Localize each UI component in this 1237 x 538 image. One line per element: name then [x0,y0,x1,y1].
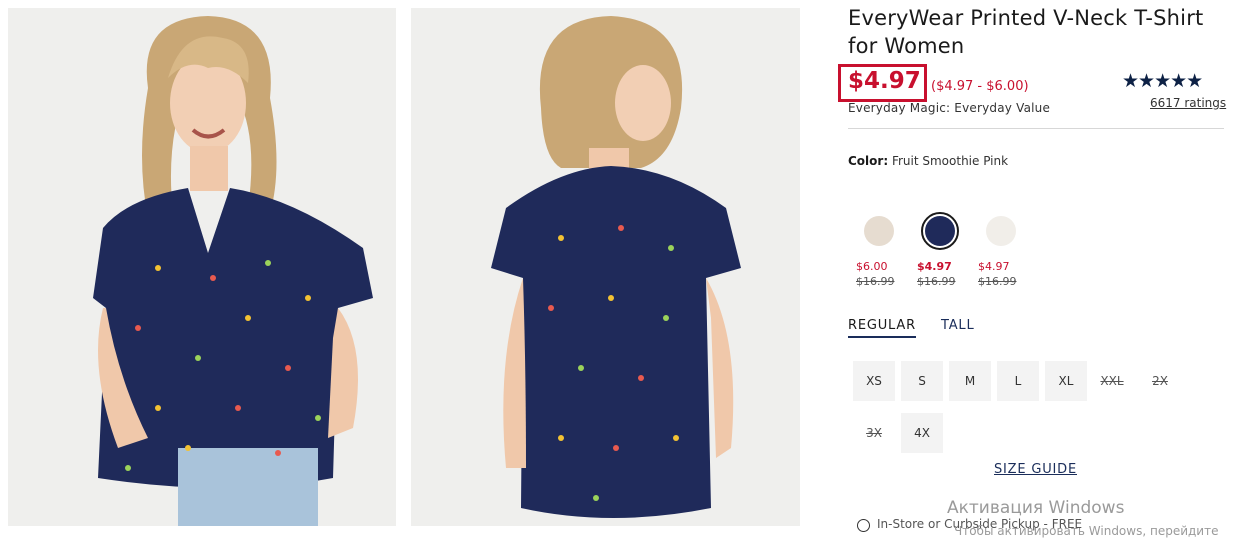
swatch-was-price: $16.99 [917,275,956,288]
speckled-swatch-icon[interactable] [864,216,894,246]
size-option-unavailable: 2X [1139,361,1181,401]
color-value: Fruit Smoothie Pink [891,154,1009,168]
color-label-key: Color: [848,154,889,168]
color-label: Color: Fruit Smoothie Pink [848,154,1008,168]
product-image-back[interactable] [411,8,800,526]
tab-tall[interactable]: TALL [941,318,975,333]
current-price: $4.97 [848,68,921,94]
price-range: ($4.97 - $6.00) [931,79,1029,94]
size-option[interactable]: S [901,361,943,401]
windows-activation-watermark: Активация Windows [947,498,1125,518]
size-option-unavailable: 3X [853,413,895,453]
pickup-radio[interactable] [857,519,870,532]
rating-stars-icon: ★★★★★ [1122,70,1203,92]
swatch-price: $6.00 [856,260,888,273]
value-note: Everyday Magic: Everyday Value [848,101,1051,115]
size-guide-link[interactable]: SIZE GUIDE [994,462,1077,477]
size-option[interactable]: L [997,361,1039,401]
size-option[interactable]: XL [1045,361,1087,401]
fruit-swatch-icon[interactable] [986,216,1016,246]
size-option-unavailable: XXL [1091,361,1133,401]
product-image-front[interactable] [8,8,396,526]
swatch-was-price: $16.99 [856,275,895,288]
swatch-was-price: $16.99 [978,275,1017,288]
product-info-panel: EveryWear Printed V-Neck T-Shirt for Wom… [838,0,1237,536]
navy-swatch-icon[interactable] [925,216,955,246]
size-option[interactable]: 4X [901,413,943,453]
tab-regular[interactable]: REGULAR [848,318,916,338]
product-title: EveryWear Printed V-Neck T-Shirt for Wom… [848,6,1204,58]
ratings-link[interactable]: 6617 ratings [1150,96,1226,110]
size-option[interactable]: M [949,361,991,401]
divider [848,128,1224,129]
size-option[interactable]: XS [853,361,895,401]
swatch-price: $4.97 [917,260,952,273]
swatch-price: $4.97 [978,260,1010,273]
